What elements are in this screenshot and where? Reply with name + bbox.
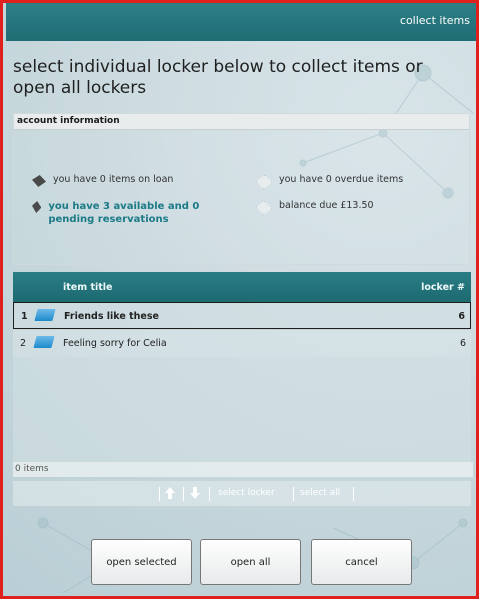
row-number: 2	[20, 338, 27, 349]
locker-number: 6	[458, 311, 465, 322]
toolbar-divider	[353, 487, 354, 501]
account-information-panel: account information you have 0 items on …	[13, 113, 470, 265]
items-count: 0 items	[13, 462, 473, 477]
open-selected-button[interactable]: open selected	[91, 539, 192, 585]
coins-icon	[256, 201, 272, 215]
toolbar-divider	[183, 487, 184, 501]
page-instructions: select individual locker below to collec…	[13, 57, 423, 98]
table-body: 1 Friends like these 6 2 Feeling sorry f…	[13, 302, 471, 462]
column-header-item-title: item title	[63, 282, 113, 293]
arrow-down-icon[interactable]	[190, 487, 200, 499]
cancel-button[interactable]: cancel	[311, 539, 412, 585]
arrow-up-icon[interactable]	[165, 487, 175, 499]
item-title: Friends like these	[64, 311, 159, 322]
table-row[interactable]: 1 Friends like these 6	[13, 302, 471, 329]
select-all-button[interactable]: select all	[300, 488, 340, 498]
balance-status: balance due £13.50	[256, 200, 374, 215]
reservations-status-text: you have 3 available and 0 pending reser…	[48, 201, 200, 225]
column-header-locker: locker #	[421, 282, 465, 293]
book-icon	[256, 175, 272, 189]
toolbar-divider	[293, 487, 294, 501]
app-window: collect items select individual locker b…	[0, 0, 479, 599]
loan-status: you have 0 items on loan	[32, 174, 173, 187]
toolbar-divider	[159, 487, 160, 501]
book-icon	[32, 175, 46, 187]
book-icon	[33, 336, 55, 348]
table-toolbar: select locker select all	[13, 481, 471, 506]
select-locker-button[interactable]: select locker	[218, 488, 275, 498]
table-header: item title locker #	[13, 272, 471, 302]
overdue-status-text: you have 0 overdue items	[279, 174, 404, 185]
loan-status-text: you have 0 items on loan	[53, 174, 174, 185]
locker-number: 6	[459, 338, 466, 349]
window-title: collect items	[399, 14, 470, 27]
reservations-status: you have 3 available and 0 pending reser…	[32, 200, 232, 226]
row-number: 1	[21, 311, 28, 322]
toolbar-divider	[209, 487, 210, 501]
book-icon	[34, 309, 56, 321]
balance-status-text: balance due £13.50	[279, 200, 374, 211]
account-information-header: account information	[14, 114, 469, 130]
open-all-button[interactable]: open all	[200, 539, 301, 585]
item-title: Feeling sorry for Celia	[63, 338, 167, 349]
book-icon	[32, 201, 42, 213]
title-bar: collect items	[6, 3, 476, 41]
table-row[interactable]: 2 Feeling sorry for Celia 6	[13, 329, 471, 357]
overdue-status: you have 0 overdue items	[256, 174, 403, 189]
items-table: item title locker # 1 Friends like these…	[13, 272, 473, 483]
